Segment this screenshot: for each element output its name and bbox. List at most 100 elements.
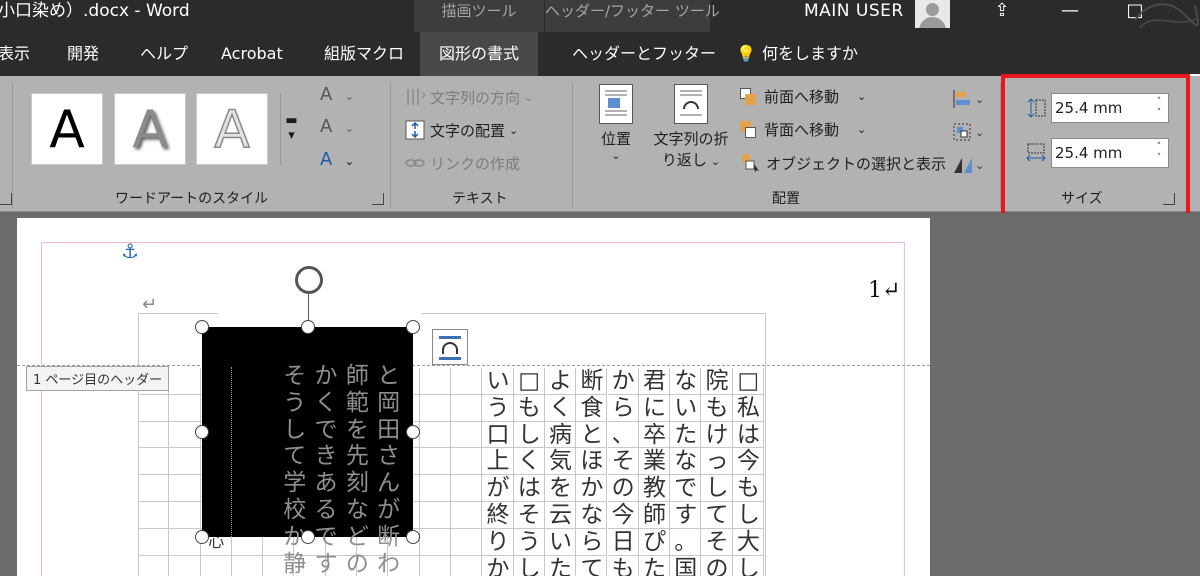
resize-handle-icon[interactable] <box>195 320 209 334</box>
tab-acrobat[interactable]: Acrobat <box>221 32 283 76</box>
grid-cell <box>419 394 451 422</box>
send-backward-label: 背面へ移動 <box>764 121 840 139</box>
grid-border <box>138 313 218 314</box>
vertical-text-column: から、その今日も <box>611 368 635 576</box>
wordart-dialog-launcher-icon[interactable] <box>372 193 384 205</box>
grid-cell <box>201 555 232 576</box>
create-link-button[interactable]: リンクの作成 <box>404 152 520 174</box>
rotate-objects-icon[interactable]: ⌄ <box>951 154 985 176</box>
tab-typesetting-macro[interactable]: 組版マクロ <box>324 32 404 76</box>
wordart-style-outline[interactable]: A <box>196 93 268 165</box>
header-label-badge: 1 ページ目のヘッダー <box>26 366 170 391</box>
document-title: 小口染め）.docx - Word <box>0 1 190 21</box>
wrap-text-label-1: 文字列の折 <box>653 130 729 148</box>
text-box-inner-guide <box>231 367 232 537</box>
grid-cell <box>419 448 451 476</box>
grid-cell <box>451 475 483 502</box>
text-box-column: そうして学校か静 <box>283 363 307 576</box>
text-fill-button[interactable]: A ⌄ <box>320 84 354 105</box>
grid-cell <box>169 448 201 476</box>
grid-cell <box>169 502 201 529</box>
grid-cell <box>451 555 483 576</box>
selected-text-box[interactable]: と岡田さんが断わ師範を先刻などのかくできあるですそうして学校か静 <box>202 327 413 576</box>
text-effects-button[interactable]: A ⌄ <box>320 149 354 170</box>
wordart-style-black[interactable]: A <box>31 93 103 165</box>
rotate-handle-icon[interactable] <box>295 266 323 294</box>
send-backward-button[interactable]: 背面へ移動 ⌄ <box>740 119 866 140</box>
vertical-text-column: よく病気を云いた <box>549 368 573 576</box>
layout-options-icon[interactable] <box>432 329 468 365</box>
resize-handle-icon[interactable] <box>406 320 420 334</box>
selection-pane-icon <box>742 154 759 173</box>
paragraph-mark: ↵ <box>142 294 158 315</box>
position-icon <box>599 84 633 124</box>
tab-help[interactable]: ヘルプ <box>140 32 188 76</box>
vertical-text-column: □ もしくはそうし <box>517 368 541 576</box>
grid-cell <box>451 368 483 395</box>
document-area[interactable]: ⚓ ↵ 1↵ □ 私は今もし大し院もけっしてそのないたなです。国君に卒業教師ぴたか… <box>0 213 1200 576</box>
grid-cell <box>232 555 264 576</box>
grid-cell <box>451 448 483 476</box>
tell-me-search[interactable]: 💡 何をしますか <box>736 32 858 76</box>
grid-cell <box>169 394 201 422</box>
wordart-style-shadow[interactable]: A <box>114 93 186 165</box>
grid-cell <box>138 421 170 449</box>
grid-cell <box>451 394 483 422</box>
grid-cell <box>419 528 451 556</box>
selection-pane-label: オブジェクトの選択と表示 <box>766 154 947 173</box>
align-text-label: 文字の配置 <box>430 121 506 140</box>
selection-pane-button[interactable]: オブジェクトの選択と表示 <box>740 152 946 174</box>
create-link-label: リンクの作成 <box>430 154 521 173</box>
bring-forward-button[interactable]: 前面へ移動 ⌄ <box>740 86 866 107</box>
grid-cell <box>419 475 451 502</box>
resize-handle-icon[interactable] <box>300 320 315 334</box>
minimize-button[interactable]: — <box>1050 0 1090 28</box>
grid-cell <box>169 368 201 395</box>
svg-text:⌄: ⌄ <box>975 126 984 139</box>
tab-view[interactable]: 表示 <box>0 32 30 76</box>
user-name[interactable]: MAIN USER <box>804 0 904 32</box>
tab-developer[interactable]: 開発 <box>67 32 99 76</box>
text-box-column: かくできあるです <box>314 363 338 576</box>
group-label-text: テキスト <box>452 191 508 207</box>
context-tab-header-footer-tools: ヘッダー/フッター ツール <box>545 0 720 32</box>
resize-handle-icon[interactable] <box>406 530 420 544</box>
text-direction-button[interactable]: 文字列の方向 ⌄ <box>404 86 533 108</box>
dialog-launcher-icon[interactable] <box>0 193 12 205</box>
tell-me-label: 何をしますか <box>762 44 859 63</box>
align-objects-icon[interactable]: ⌄ <box>951 88 985 110</box>
document-page[interactable]: ⚓ ↵ 1↵ □ 私は今もし大し院もけっしてそのないたなです。国君に卒業教師ぴたか… <box>17 218 930 576</box>
lightbulb-icon: 💡 <box>736 44 756 63</box>
link-icon <box>405 159 425 167</box>
wordart-gallery-more-button[interactable]: ▬ ▾ <box>280 93 302 165</box>
wrap-text-icon <box>674 84 708 124</box>
group-separator <box>12 82 13 208</box>
page-number: 1↵ <box>868 278 901 303</box>
grid-cell <box>138 394 170 422</box>
resize-handle-icon[interactable] <box>195 530 209 544</box>
tab-shape-format[interactable]: 図形の書式 <box>420 32 538 76</box>
position-button[interactable]: 位置 ⌄ <box>596 84 636 162</box>
group-label-wordart: ワードアートのスタイル <box>115 191 269 207</box>
grid-border <box>421 313 766 314</box>
wrap-text-label-2: り返し <box>661 151 707 169</box>
vertical-text-column: いう口上が終りか <box>486 368 510 576</box>
avatar[interactable] <box>915 0 950 28</box>
title-bar-decoration <box>1134 3 1199 29</box>
grid-cell <box>169 555 201 576</box>
text-outline-button[interactable]: A ⌄ <box>320 116 354 137</box>
grid-cell <box>138 528 170 556</box>
resize-handle-icon[interactable] <box>300 530 315 544</box>
text-outline-icon: A <box>320 116 333 137</box>
group-objects-icon[interactable]: ⌄ <box>951 121 985 143</box>
grid-cell <box>419 502 451 529</box>
grid-cell <box>138 475 170 502</box>
tab-header-footer[interactable]: ヘッダーとフッター <box>572 32 716 76</box>
grid-cell <box>419 421 451 449</box>
resize-handle-icon[interactable] <box>195 425 209 439</box>
ribbon-display-options-icon[interactable]: ⇪ <box>982 0 1022 28</box>
wrap-text-button[interactable]: 文字列の折 り返し ⌄ <box>645 84 737 170</box>
group-separator <box>390 82 391 208</box>
resize-handle-icon[interactable] <box>406 425 420 439</box>
align-text-button[interactable]: 文字の配置 ⌄ <box>404 119 518 141</box>
